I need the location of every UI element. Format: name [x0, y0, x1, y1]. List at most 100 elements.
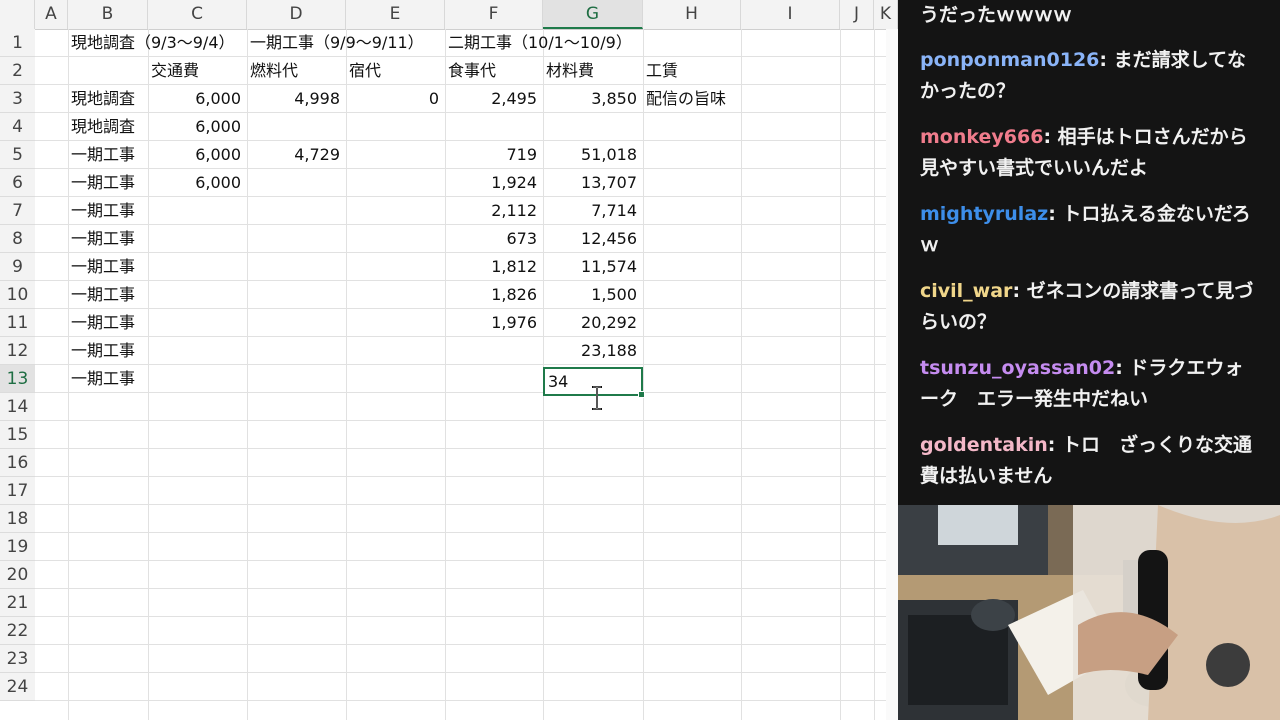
column-header-c[interactable]: C — [148, 0, 247, 29]
column-header-f[interactable]: F — [445, 0, 543, 29]
row-header-4[interactable]: 4 — [0, 113, 35, 141]
column-header-g[interactable]: G — [543, 0, 643, 29]
cell-g5[interactable]: 51,018 — [543, 141, 643, 169]
cell-f11[interactable]: 1,976 — [445, 309, 543, 337]
cell-g6[interactable]: 13,707 — [543, 169, 643, 197]
column-header-b[interactable]: B — [68, 0, 148, 29]
column-header-e[interactable]: E — [346, 0, 445, 29]
row-header-10[interactable]: 10 — [0, 281, 35, 309]
column-header-a[interactable]: A — [35, 0, 68, 29]
cell-f6[interactable]: 1,924 — [445, 169, 543, 197]
cell-c3[interactable]: 6,000 — [148, 85, 247, 113]
cell-h2[interactable]: 工賃 — [643, 57, 678, 85]
chat-username[interactable]: civil_war — [920, 280, 1012, 302]
cell-b9[interactable]: 一期工事 — [68, 253, 135, 281]
cell-b11[interactable]: 一期工事 — [68, 309, 135, 337]
row-header-20[interactable]: 20 — [0, 561, 35, 589]
row-header-16[interactable]: 16 — [0, 449, 35, 477]
cell-f2[interactable]: 食事代 — [445, 57, 496, 85]
cell-b10[interactable]: 一期工事 — [68, 281, 135, 309]
cell-b1[interactable]: 現地調査（9/3〜9/4） — [68, 29, 235, 57]
cell-g7[interactable]: 7,714 — [543, 197, 643, 225]
row-gridline — [35, 644, 898, 645]
spreadsheet-grid[interactable]: A B C D E F G H I J K 1 2 3 4 5 6 7 8 9 10 11 12 13 14 15 16 17 18 19… — [0, 0, 898, 720]
cell-e3[interactable]: 0 — [346, 85, 445, 113]
cell-d5[interactable]: 4,729 — [247, 141, 346, 169]
column-header-j[interactable]: J — [840, 0, 874, 29]
cell-h3[interactable]: 配信の旨味 — [643, 85, 726, 113]
vertical-scrollbar[interactable] — [886, 29, 898, 720]
cell-g8[interactable]: 12,456 — [543, 225, 643, 253]
cell-b8[interactable]: 一期工事 — [68, 225, 135, 253]
cell-d2[interactable]: 燃料代 — [247, 57, 298, 85]
column-header-k[interactable]: K — [874, 0, 898, 29]
cell-f9[interactable]: 1,812 — [445, 253, 543, 281]
column-header-d[interactable]: D — [247, 0, 346, 29]
fill-handle[interactable] — [638, 391, 645, 398]
row-gridline — [35, 532, 898, 533]
chat-message: tsunzu_oyassan02: ドラクエウォーク エラー発生中だねい — [920, 353, 1260, 415]
cell-b5[interactable]: 一期工事 — [68, 141, 135, 169]
cell-f8[interactable]: 673 — [445, 225, 543, 253]
cell-b3[interactable]: 現地調査 — [68, 85, 135, 113]
row-gridline — [35, 672, 898, 673]
chat-username[interactable]: monkey666 — [920, 126, 1043, 148]
cell-c2[interactable]: 交通費 — [148, 57, 199, 85]
row-header-22[interactable]: 22 — [0, 617, 35, 645]
row-header-9[interactable]: 9 — [0, 253, 35, 281]
select-all-corner[interactable] — [0, 0, 35, 29]
active-cell-editing-text[interactable]: 34 — [548, 369, 568, 394]
cell-b6[interactable]: 一期工事 — [68, 169, 135, 197]
column-header-h[interactable]: H — [643, 0, 741, 29]
row-gridline — [35, 448, 898, 449]
cell-g9[interactable]: 11,574 — [543, 253, 643, 281]
cell-c5[interactable]: 6,000 — [148, 141, 247, 169]
row-header-18[interactable]: 18 — [0, 505, 35, 533]
cell-d1[interactable]: 一期工事（9/9〜9/11） — [247, 29, 424, 57]
chat-colon: : — [1048, 203, 1063, 225]
row-header-8[interactable]: 8 — [0, 225, 35, 253]
row-header-15[interactable]: 15 — [0, 421, 35, 449]
cell-c6[interactable]: 6,000 — [148, 169, 247, 197]
cell-f3[interactable]: 2,495 — [445, 85, 543, 113]
chat-username[interactable]: mightyrulaz — [920, 203, 1048, 225]
row-header-23[interactable]: 23 — [0, 645, 35, 673]
row-header-6[interactable]: 6 — [0, 169, 35, 197]
chat-username[interactable]: ponponman0126 — [920, 49, 1099, 71]
row-header-24[interactable]: 24 — [0, 673, 35, 701]
cell-b4[interactable]: 現地調査 — [68, 113, 135, 141]
cell-g11[interactable]: 20,292 — [543, 309, 643, 337]
cell-b12[interactable]: 一期工事 — [68, 337, 135, 365]
cell-f7[interactable]: 2,112 — [445, 197, 543, 225]
row-header-12[interactable]: 12 — [0, 337, 35, 365]
cell-g2[interactable]: 材料費 — [543, 57, 594, 85]
row-header-2[interactable]: 2 — [0, 57, 35, 85]
row-header-14[interactable]: 14 — [0, 393, 35, 421]
column-header-i[interactable]: I — [741, 0, 840, 29]
cell-d3[interactable]: 4,998 — [247, 85, 346, 113]
cell-f10[interactable]: 1,826 — [445, 281, 543, 309]
row-header-11[interactable]: 11 — [0, 309, 35, 337]
cell-c4[interactable]: 6,000 — [148, 113, 247, 141]
row-header-7[interactable]: 7 — [0, 197, 35, 225]
spreadsheet[interactable]: A B C D E F G H I J K 1 2 3 4 5 6 7 8 9 10 11 12 13 14 15 16 17 18 19… — [0, 0, 898, 720]
row-header-19[interactable]: 19 — [0, 533, 35, 561]
cell-f1[interactable]: 二期工事（10/1〜10/9） — [445, 29, 632, 57]
cell-b7[interactable]: 一期工事 — [68, 197, 135, 225]
cell-f5[interactable]: 719 — [445, 141, 543, 169]
chat-username[interactable]: goldentakin — [920, 434, 1048, 456]
row-gridline — [35, 588, 898, 589]
row-header-5[interactable]: 5 — [0, 141, 35, 169]
row-header-13[interactable]: 13 — [0, 365, 35, 393]
cell-g12[interactable]: 23,188 — [543, 337, 643, 365]
cell-b13[interactable]: 一期工事 — [68, 365, 135, 393]
chat-message: monkey666: 相手はトロさんだから見やすい書式でいいんだよ — [920, 122, 1260, 184]
row-header-17[interactable]: 17 — [0, 477, 35, 505]
row-header-1[interactable]: 1 — [0, 29, 35, 57]
row-header-21[interactable]: 21 — [0, 589, 35, 617]
row-header-3[interactable]: 3 — [0, 85, 35, 113]
cell-g3[interactable]: 3,850 — [543, 85, 643, 113]
cell-g10[interactable]: 1,500 — [543, 281, 643, 309]
cell-e2[interactable]: 宿代 — [346, 57, 381, 85]
chat-username[interactable]: tsunzu_oyassan02 — [920, 357, 1115, 379]
